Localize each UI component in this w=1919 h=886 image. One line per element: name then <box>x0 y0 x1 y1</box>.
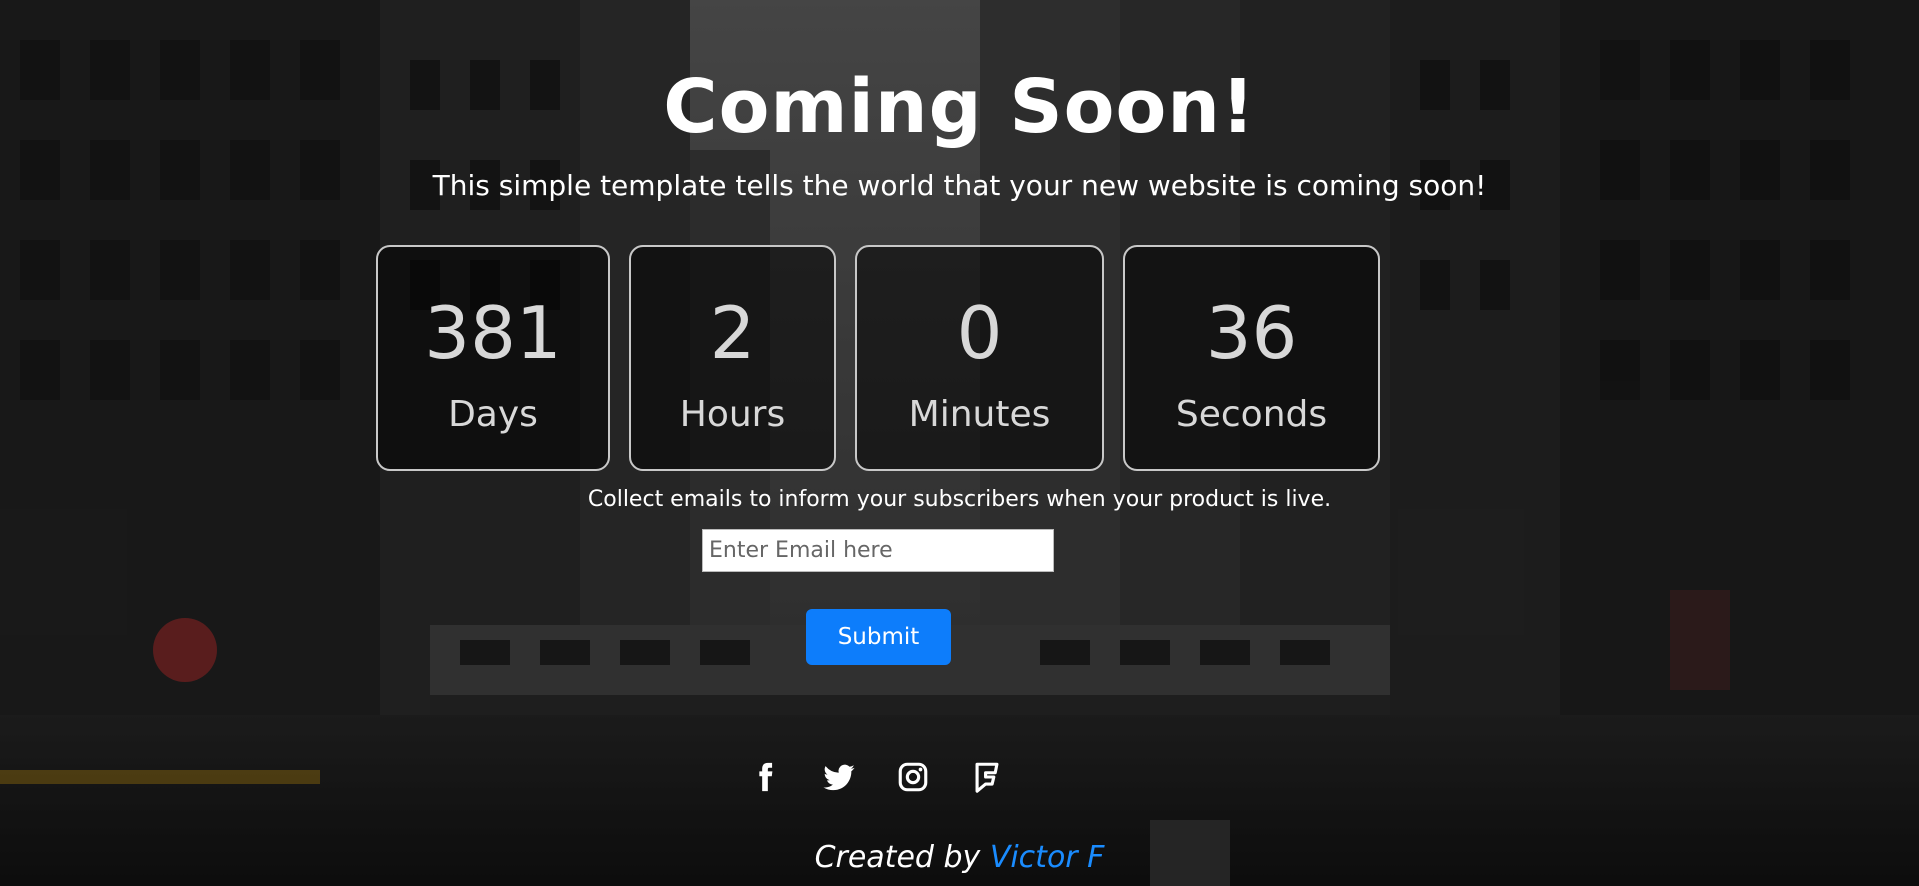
coming-soon-page: Coming Soon! This simple template tells … <box>0 0 1919 886</box>
twitter-icon <box>823 764 855 791</box>
credit-prefix: Created by <box>814 840 981 875</box>
countdown-seconds-label: Seconds <box>1175 394 1328 435</box>
countdown-hours-label: Hours <box>679 394 786 435</box>
countdown-days-box: 381 Days <box>376 245 610 471</box>
social-links <box>748 759 1004 795</box>
countdown-minutes-label: Minutes <box>908 394 1051 435</box>
countdown-days-label: Days <box>448 394 538 435</box>
email-input[interactable] <box>702 529 1054 572</box>
countdown-hours-box: 2 Hours <box>629 245 836 471</box>
countdown-hours-value: 2 <box>709 291 756 375</box>
facebook-icon <box>759 762 773 792</box>
page-title: Coming Soon! <box>663 64 1256 150</box>
author-link[interactable]: Victor F <box>990 840 1105 875</box>
countdown-days-value: 381 <box>424 291 562 375</box>
twitter-link[interactable] <box>822 760 856 794</box>
countdown-minutes-value: 0 <box>956 291 1003 375</box>
countdown-seconds-box: 36 Seconds <box>1123 245 1380 471</box>
countdown-seconds-value: 36 <box>1205 291 1298 375</box>
submit-button[interactable]: Submit <box>806 609 951 665</box>
facebook-link[interactable] <box>748 760 782 794</box>
instagram-icon <box>898 762 928 792</box>
page-subtitle: This simple template tells the world tha… <box>432 169 1487 202</box>
foursquare-link[interactable] <box>970 760 1004 794</box>
instagram-link[interactable] <box>896 760 930 794</box>
main-content: Coming Soon! This simple template tells … <box>0 0 1919 886</box>
countdown-minutes-box: 0 Minutes <box>855 245 1104 471</box>
foursquare-icon <box>975 762 999 793</box>
footer-credit: Created by Victor F <box>0 843 1919 873</box>
subscribe-prompt: Collect emails to inform your subscriber… <box>587 487 1332 512</box>
